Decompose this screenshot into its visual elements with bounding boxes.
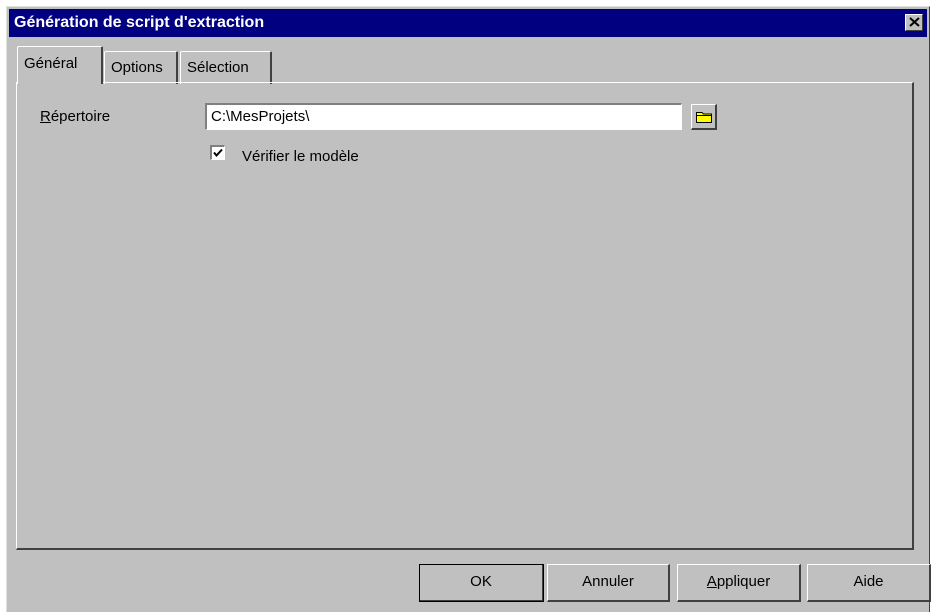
tab-panel-general xyxy=(16,82,914,550)
directory-label: Répertoire xyxy=(40,108,110,125)
dialog-title: Génération de script d'extraction xyxy=(14,14,265,31)
cancel-button-label: Annuler xyxy=(582,573,634,590)
tab-selection-label: Sélection xyxy=(187,59,249,76)
directory-label-mnemonic: R xyxy=(40,108,51,125)
ok-button-label: OK xyxy=(470,573,492,590)
tab-options[interactable]: Options xyxy=(104,51,178,84)
title-bar[interactable]: Génération de script d'extraction xyxy=(9,9,927,37)
apply-button-label: Appliquer xyxy=(707,573,770,590)
tab-general-label: Général xyxy=(24,55,78,72)
help-button[interactable]: Aide xyxy=(807,564,931,602)
tab-general[interactable]: Général xyxy=(17,46,103,84)
ok-button[interactable]: OK xyxy=(419,564,544,602)
apply-button[interactable]: Appliquer xyxy=(677,564,801,602)
tab-selection[interactable]: Sélection xyxy=(180,51,272,84)
directory-input-value: C:\MesProjets\ xyxy=(211,108,310,125)
check-model-label[interactable]: Vérifier le modèle xyxy=(242,148,359,165)
help-button-label: Aide xyxy=(853,573,884,590)
checkmark-icon xyxy=(213,148,223,158)
check-model-checkbox[interactable] xyxy=(210,145,225,160)
tab-options-label: Options xyxy=(111,59,163,76)
folder-icon xyxy=(696,112,712,123)
apply-button-mnemonic: A xyxy=(706,573,717,590)
directory-input[interactable]: C:\MesProjets\ xyxy=(205,103,682,130)
cancel-button[interactable]: Annuler xyxy=(547,564,670,602)
browse-button[interactable] xyxy=(691,104,717,130)
directory-label-rest: épertoire xyxy=(50,108,111,125)
close-icon xyxy=(909,17,920,27)
apply-button-label-rest: ppliquer xyxy=(716,573,771,590)
close-button[interactable] xyxy=(905,14,923,31)
